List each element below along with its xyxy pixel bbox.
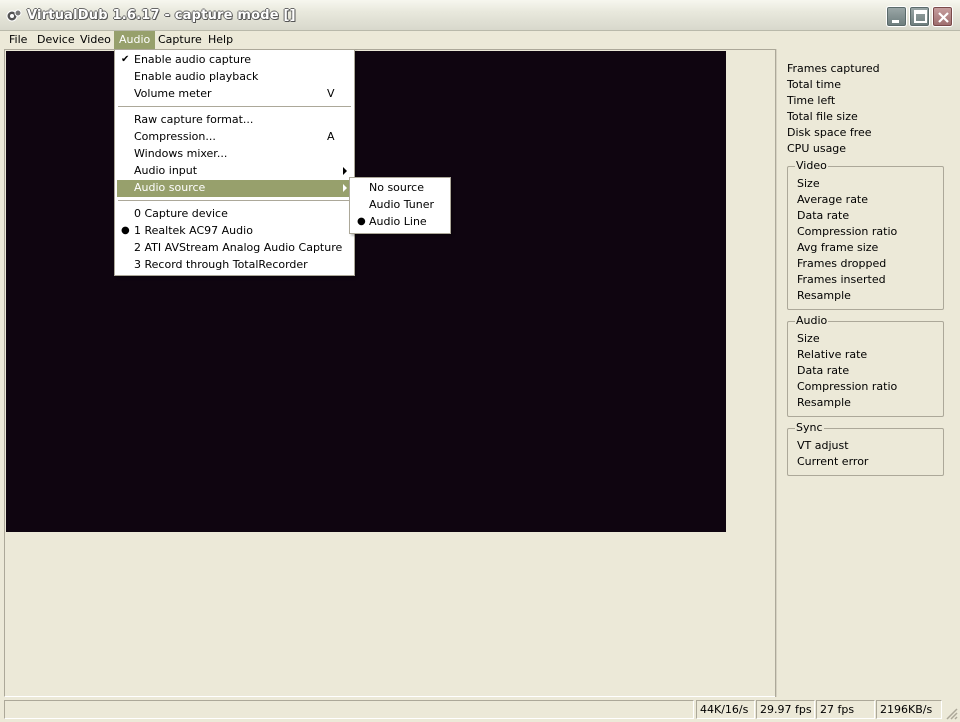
menu-file[interactable]: File (4, 31, 32, 49)
menu-audio[interactable]: Audio (114, 31, 156, 49)
video-average-rate: Average rate (797, 193, 869, 206)
audio-menu-dropdown: ✔ Enable audio capture Enable audio play… (114, 49, 355, 276)
status-data-rate: 2196KB/s (876, 700, 942, 719)
menu-device-1[interactable]: ● 1 Realtek AC97 Audio (117, 223, 352, 240)
stat-time-left: Time left (787, 94, 836, 107)
audio-relative-rate: Relative rate (797, 348, 868, 361)
status-frame-rate: 29.97 fps (756, 700, 815, 719)
audio-compression-ratio: Compression ratio (797, 380, 898, 393)
menu-audio-input[interactable]: Audio input (117, 163, 352, 180)
radio-bullet-icon: ● (357, 216, 366, 227)
video-resample: Resample (797, 289, 851, 302)
source-no-source[interactable]: No source (352, 180, 448, 197)
menu-capture[interactable]: Capture (153, 31, 207, 49)
menu-raw-capture-format[interactable]: Raw capture format... (117, 112, 352, 129)
submenu-arrow-icon (343, 167, 347, 175)
sync-stats-group: Sync VT adjust Current error (787, 421, 944, 476)
virtualdub-app-icon[interactable] (6, 8, 22, 24)
menu-separator (118, 106, 351, 108)
window-title: VirtualDub 1.6.17 - capture mode [] (27, 8, 296, 23)
video-stats-group: Video Size Average rate Data rate Compre… (787, 159, 944, 310)
video-compression-ratio: Compression ratio (797, 225, 898, 238)
resize-grip-icon[interactable] (944, 706, 958, 720)
pane-splitter[interactable] (775, 49, 777, 697)
video-avg-frame-size: Avg frame size (797, 241, 879, 254)
sync-group-title: Sync (795, 421, 824, 434)
menu-separator (118, 200, 351, 202)
stat-disk-space-free: Disk space free (787, 126, 872, 139)
menu-compression[interactable]: Compression... A (117, 129, 352, 146)
menu-device-0[interactable]: 0 Capture device (117, 206, 352, 223)
audio-source-submenu: No source Audio Tuner ● Audio Line (349, 177, 451, 234)
video-frames-dropped: Frames dropped (797, 257, 887, 270)
maximize-button[interactable] (909, 6, 930, 27)
sync-vt-adjust: VT adjust (797, 439, 849, 452)
stat-total-file-size: Total file size (787, 110, 858, 123)
audio-size: Size (797, 332, 820, 345)
minimize-button[interactable] (886, 6, 907, 27)
menu-video[interactable]: Video (75, 31, 116, 49)
status-actual-fps: 27 fps (816, 700, 875, 719)
minimize-icon (892, 20, 899, 23)
menu-device-3[interactable]: 3 Record through TotalRecorder (117, 257, 352, 274)
status-main-panel (4, 700, 694, 719)
menu-device-2[interactable]: 2 ATI AVStream Analog Audio Capture (117, 240, 352, 257)
radio-bullet-icon: ● (121, 225, 130, 236)
status-audio-format: 44K/16/s (696, 700, 755, 719)
menu-windows-mixer[interactable]: Windows mixer... (117, 146, 352, 163)
audio-group-title: Audio (795, 314, 829, 327)
menu-enable-audio-capture[interactable]: ✔ Enable audio capture (117, 52, 352, 69)
menu-enable-audio-playback[interactable]: Enable audio playback (117, 69, 352, 86)
menu-device[interactable]: Device (32, 31, 80, 49)
video-frames-inserted: Frames inserted (797, 273, 886, 286)
stat-frames-captured: Frames captured (787, 62, 880, 75)
submenu-arrow-icon (343, 184, 347, 192)
checkmark-icon: ✔ (121, 54, 130, 65)
title-bar[interactable]: VirtualDub 1.6.17 - capture mode [] (0, 0, 960, 31)
source-audio-line[interactable]: ● Audio Line (352, 214, 448, 231)
close-icon (938, 12, 949, 23)
audio-stats-group: Audio Size Relative rate Data rate Compr… (787, 314, 944, 417)
video-size: Size (797, 177, 820, 190)
menu-bar: File Device Video Audio Capture Help (0, 31, 960, 49)
stat-total-time: Total time (787, 78, 842, 91)
close-button[interactable] (932, 6, 953, 27)
menu-help[interactable]: Help (203, 31, 238, 49)
maximize-icon (914, 10, 927, 23)
stat-cpu-usage: CPU usage (787, 142, 847, 155)
audio-data-rate: Data rate (797, 364, 850, 377)
video-group-title: Video (795, 159, 828, 172)
menu-audio-source[interactable]: Audio source (117, 180, 352, 197)
menu-volume-meter[interactable]: Volume meter V (117, 86, 352, 103)
source-audio-tuner[interactable]: Audio Tuner (352, 197, 448, 214)
status-bar: 44K/16/s 29.97 fps 27 fps 2196KB/s (0, 697, 960, 722)
audio-resample: Resample (797, 396, 851, 409)
sync-current-error: Current error (797, 455, 869, 468)
video-data-rate: Data rate (797, 209, 850, 222)
